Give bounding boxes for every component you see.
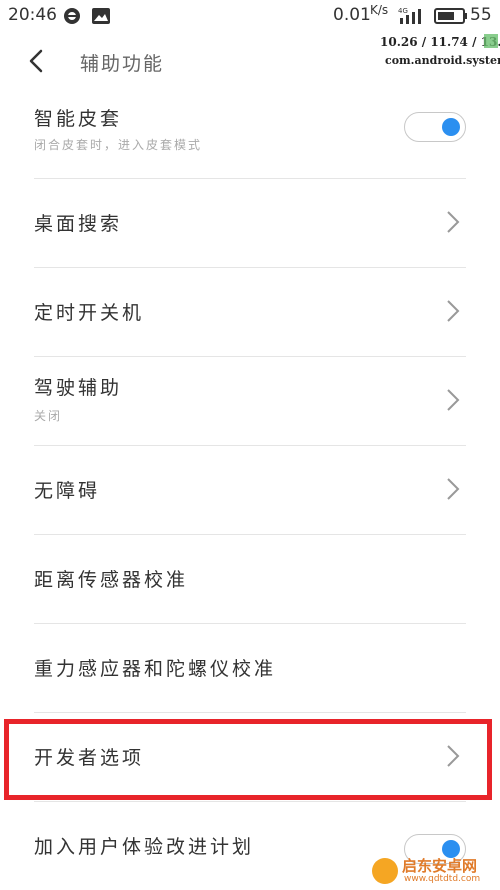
list-item-title: 智能皮套 xyxy=(34,108,123,130)
watermark-name: 启东安卓网 xyxy=(402,857,478,875)
app-notification-icon xyxy=(63,7,81,30)
chevron-right-icon xyxy=(447,389,460,411)
list-item-proximity-calibration[interactable]: 距离传感器校准 xyxy=(34,535,466,624)
highlight-annotation xyxy=(4,719,492,800)
list-item-driving-assist[interactable]: 驾驶辅助 关闭 xyxy=(34,357,466,446)
app-header: 辅助功能 xyxy=(0,32,500,90)
battery-level: 55 xyxy=(470,5,492,25)
back-arrow-icon xyxy=(29,49,43,73)
list-item-title: 无障碍 xyxy=(34,480,101,502)
page-title: 辅助功能 xyxy=(80,53,165,75)
list-item-gravity-gyro-calibration[interactable]: 重力感应器和陀螺仪校准 xyxy=(34,624,466,713)
list-item-title: 桌面搜索 xyxy=(34,213,123,235)
image-notification-icon xyxy=(91,7,111,30)
list-item-accessibility[interactable]: 无障碍 xyxy=(34,446,466,535)
list-item-title: 距离传感器校准 xyxy=(34,569,189,591)
list-item-scheduled-power[interactable]: 定时开关机 xyxy=(34,268,466,357)
signal-icon: 4G xyxy=(398,6,426,31)
network-speed: 0.01 xyxy=(333,5,371,25)
list-item-title: 重力感应器和陀螺仪校准 xyxy=(34,658,277,680)
list-item-smart-cover[interactable]: 智能皮套 闭合皮套时，进入皮套模式 xyxy=(34,90,466,179)
status-bar: 20:46 0.01 K/s 4G 55 xyxy=(0,0,500,32)
list-item-subtitle: 闭合皮套时，进入皮套模式 xyxy=(34,138,203,152)
back-button[interactable] xyxy=(22,46,52,76)
list-item-title: 定时开关机 xyxy=(34,302,145,324)
watermark-url: www.qdtdtd.com xyxy=(404,874,481,884)
list-item-title: 驾驶辅助 xyxy=(34,377,123,399)
chevron-right-icon xyxy=(447,211,460,233)
chevron-right-icon xyxy=(447,300,460,322)
smart-cover-toggle[interactable] xyxy=(404,112,466,142)
watermark-logo-icon xyxy=(372,858,398,884)
watermark: 启东安卓网 www.qdtdtd.com xyxy=(370,855,498,887)
list-item-title: 加入用户体验改进计划 xyxy=(34,836,255,858)
list-item-desktop-search[interactable]: 桌面搜索 xyxy=(34,179,466,268)
speed-unit: K/s xyxy=(370,3,389,17)
status-time: 20:46 xyxy=(8,5,57,25)
toggle-knob xyxy=(442,118,460,136)
network-type: 4G xyxy=(398,7,408,15)
list-item-subtitle: 关闭 xyxy=(34,409,63,423)
chevron-right-icon xyxy=(447,478,460,500)
battery-icon xyxy=(434,8,468,29)
